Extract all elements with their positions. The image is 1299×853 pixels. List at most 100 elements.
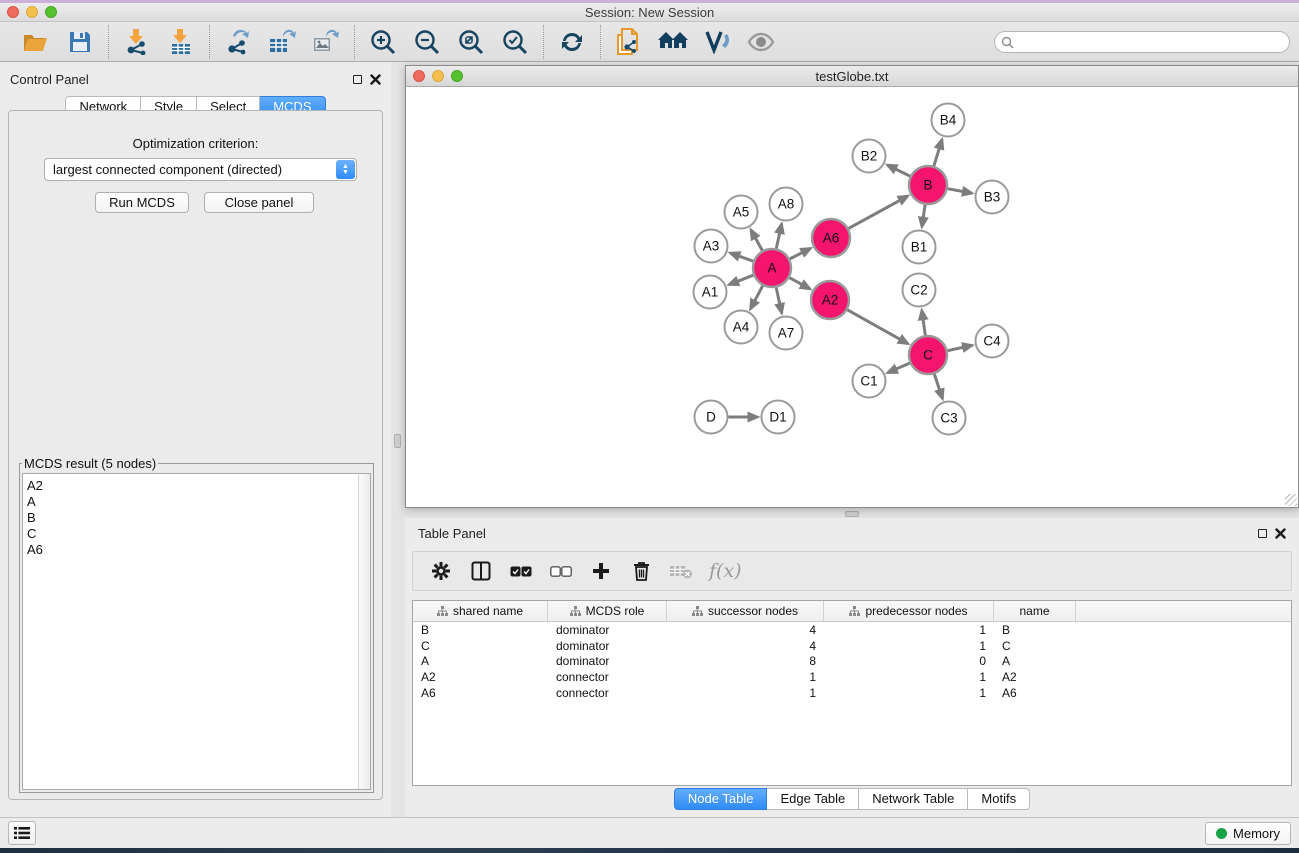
graph-node-B1[interactable]: B1 bbox=[903, 231, 936, 264]
graph-node-A3[interactable]: A3 bbox=[695, 230, 728, 263]
hide-graphics-details-icon[interactable] bbox=[702, 27, 732, 57]
edge-C-C1[interactable] bbox=[888, 363, 910, 373]
float-panel-icon[interactable] bbox=[353, 75, 362, 84]
graph-node-B4[interactable]: B4 bbox=[932, 104, 965, 137]
window-resize-grip[interactable] bbox=[1285, 494, 1297, 506]
graph-node-D1[interactable]: D1 bbox=[762, 401, 795, 434]
edge-A-A5[interactable] bbox=[751, 230, 762, 251]
zoom-in-icon[interactable] bbox=[368, 27, 398, 57]
edge-A-A4[interactable] bbox=[751, 286, 763, 309]
table-row[interactable]: A6connector11A6 bbox=[413, 685, 1291, 701]
edge-A6-B[interactable] bbox=[849, 196, 908, 228]
import-table-icon[interactable] bbox=[166, 27, 196, 57]
edge-A-A6[interactable] bbox=[790, 248, 811, 259]
graph-node-A[interactable]: A bbox=[753, 249, 791, 287]
graph-node-D[interactable]: D bbox=[695, 401, 728, 434]
function-builder-icon[interactable]: f(x) bbox=[709, 559, 742, 583]
edge-A2-C[interactable] bbox=[847, 310, 908, 344]
graph-node-B3[interactable]: B3 bbox=[976, 181, 1009, 214]
graph-node-A1[interactable]: A1 bbox=[694, 276, 727, 309]
table-row[interactable]: A2connector11A2 bbox=[413, 669, 1291, 685]
export-image-icon[interactable] bbox=[311, 27, 341, 57]
clone-network-icon[interactable] bbox=[614, 27, 644, 57]
edge-C-C4[interactable] bbox=[948, 345, 973, 350]
network-canvas[interactable]: B4 B2 B B3 A8 A5 A6 A3 B1 A A1 C2 A2 A4 A7 C4 C C1 D D1 C3 bbox=[406, 87, 1298, 507]
task-history-button[interactable] bbox=[8, 821, 36, 845]
zoom-out-icon[interactable] bbox=[412, 27, 442, 57]
edge-C-C3[interactable] bbox=[934, 374, 942, 399]
criterion-dropdown[interactable]: largest connected component (directed) ▲… bbox=[44, 158, 357, 181]
result-list-item[interactable]: A2 bbox=[27, 478, 370, 494]
float-table-panel-icon[interactable] bbox=[1258, 529, 1267, 538]
edge-C-C2[interactable] bbox=[922, 310, 926, 335]
graph-node-A7[interactable]: A7 bbox=[770, 317, 803, 350]
edge-B-B2[interactable] bbox=[887, 165, 910, 176]
edge-A-A1[interactable] bbox=[729, 275, 753, 284]
table-settings-gear-icon[interactable] bbox=[429, 559, 453, 583]
create-column-plus-icon[interactable] bbox=[589, 559, 613, 583]
column-header-predecessor-nodes[interactable]: predecessor nodes bbox=[824, 601, 994, 621]
zoom-fit-icon[interactable] bbox=[456, 27, 486, 57]
close-table-panel-icon[interactable] bbox=[1275, 528, 1286, 539]
edge-B-B1[interactable] bbox=[922, 205, 925, 227]
graph-node-C4[interactable]: C4 bbox=[976, 325, 1009, 358]
result-list-item[interactable]: A bbox=[27, 494, 370, 510]
table-row[interactable]: Bdominator41B bbox=[413, 622, 1291, 638]
result-list-item[interactable]: B bbox=[27, 510, 370, 526]
graph-node-C3[interactable]: C3 bbox=[933, 402, 966, 435]
result-list-item[interactable]: C bbox=[27, 526, 370, 542]
deselect-all-columns-icon[interactable] bbox=[549, 559, 573, 583]
table-tab-network-table[interactable]: Network Table bbox=[859, 788, 968, 810]
home-icon[interactable] bbox=[658, 27, 688, 57]
column-header-name[interactable]: name bbox=[994, 601, 1076, 621]
open-session-icon[interactable] bbox=[21, 27, 51, 57]
refresh-icon[interactable] bbox=[557, 27, 587, 57]
graph-node-A4[interactable]: A4 bbox=[725, 311, 758, 344]
table-tab-motifs[interactable]: Motifs bbox=[968, 788, 1030, 810]
graph-node-A5[interactable]: A5 bbox=[725, 196, 758, 229]
graph-node-A2[interactable]: A2 bbox=[811, 281, 849, 319]
horizontal-splitter-handle[interactable] bbox=[845, 511, 859, 517]
memory-button[interactable]: Memory bbox=[1205, 822, 1291, 845]
show-graphics-details-icon[interactable] bbox=[746, 27, 776, 57]
column-header-successor-nodes[interactable]: successor nodes bbox=[667, 601, 824, 621]
result-scrollbar[interactable] bbox=[358, 474, 370, 789]
vertical-splitter-handle[interactable] bbox=[394, 434, 401, 448]
mcds-result-list[interactable]: A2ABCA6 bbox=[22, 473, 371, 790]
graph-node-A6[interactable]: A6 bbox=[812, 219, 850, 257]
import-network-icon[interactable] bbox=[122, 27, 152, 57]
save-session-icon[interactable] bbox=[65, 27, 95, 57]
graph-node-C[interactable]: C bbox=[909, 336, 947, 374]
table-row[interactable]: Adominator80A bbox=[413, 653, 1291, 669]
edge-A-A8[interactable] bbox=[776, 224, 781, 249]
close-panel-icon[interactable] bbox=[370, 74, 381, 85]
edge-A-A2[interactable] bbox=[790, 278, 810, 289]
edge-A-A3[interactable] bbox=[730, 253, 753, 261]
export-table-icon[interactable] bbox=[267, 27, 297, 57]
edge-A-A7[interactable] bbox=[776, 288, 782, 313]
delete-column-trash-icon[interactable] bbox=[629, 559, 653, 583]
search-field[interactable] bbox=[994, 31, 1290, 53]
close-panel-button[interactable]: Close panel bbox=[204, 192, 314, 213]
zoom-selected-icon[interactable] bbox=[500, 27, 530, 57]
table-row[interactable]: Cdominator41C bbox=[413, 638, 1291, 654]
edge-B-B3[interactable] bbox=[948, 189, 972, 194]
graph-node-C2[interactable]: C2 bbox=[903, 274, 936, 307]
search-input[interactable] bbox=[1014, 35, 1289, 49]
table-tab-edge-table[interactable]: Edge Table bbox=[767, 788, 859, 810]
graph-node-C1[interactable]: C1 bbox=[853, 365, 886, 398]
result-list-item[interactable]: A6 bbox=[27, 542, 370, 558]
graph-node-B[interactable]: B bbox=[909, 166, 947, 204]
resize-columns-icon[interactable] bbox=[469, 559, 493, 583]
graph-node-B2[interactable]: B2 bbox=[853, 140, 886, 173]
export-network-icon[interactable] bbox=[223, 27, 253, 57]
graph-node-A8[interactable]: A8 bbox=[770, 188, 803, 221]
node-table[interactable]: shared nameMCDS rolesuccessor nodesprede… bbox=[412, 600, 1292, 786]
network-window-titlebar[interactable]: testGlobe.txt bbox=[406, 66, 1298, 87]
table-tab-node-table[interactable]: Node Table bbox=[674, 788, 768, 810]
column-header-shared-name[interactable]: shared name bbox=[413, 601, 548, 621]
delete-table-icon[interactable] bbox=[669, 559, 693, 583]
column-header-MCDS-role[interactable]: MCDS role bbox=[548, 601, 667, 621]
edge-B-B4[interactable] bbox=[934, 140, 942, 166]
select-all-columns-icon[interactable] bbox=[509, 559, 533, 583]
